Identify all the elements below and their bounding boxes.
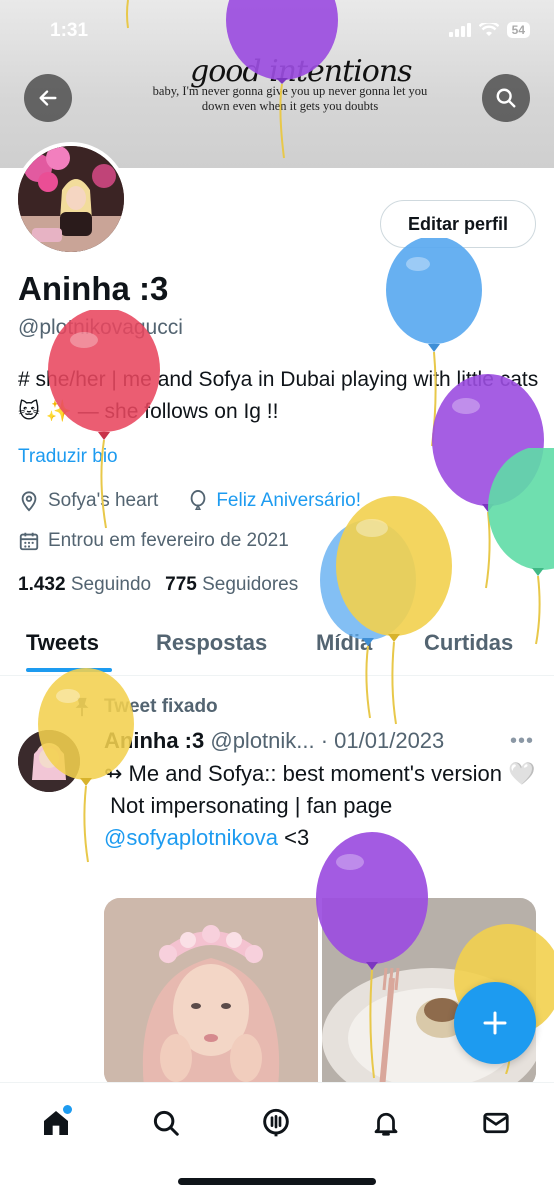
profile-meta-row-2: Entrou em fevereiro de 2021 [18,530,289,552]
tweet-author-avatar[interactable] [18,730,80,792]
tab-replies[interactable]: Respostas [156,616,267,656]
follow-stats: 1.432 Seguindo 775 Seguidores [18,574,298,596]
tweet-media-photo-1[interactable] [104,898,318,1088]
nav-messages[interactable] [476,1103,516,1143]
location-pin-icon [21,491,37,512]
following-stat[interactable]: 1.432 Seguindo [18,574,151,596]
photo-portrait [104,898,318,1088]
following-count: 1.432 [18,574,66,595]
search-icon [496,88,516,108]
calendar-icon [19,532,39,551]
followers-stat[interactable]: 775 Seguidores [165,574,298,596]
search-icon [153,1110,179,1136]
followers-label: Seguidores [202,574,299,595]
profile-avatar[interactable] [14,142,128,256]
banner-lyric-text: baby, I'm never gonna give you up never … [152,84,428,113]
birthday-link[interactable]: Feliz Aniversário! [216,490,361,512]
spaces-icon [263,1108,289,1137]
following-label: Seguindo [70,574,152,595]
signal-icon [448,23,471,37]
translate-bio-link[interactable]: Traduzir bio [18,446,118,468]
profile-name: Aninha :3 [18,270,169,307]
balloon-icon [190,490,206,510]
edit-profile-button[interactable]: Editar perfil [380,200,536,248]
wifi-icon [478,23,499,36]
profile-handle: @plotnikovagucci [18,316,183,339]
nav-home[interactable] [36,1103,76,1143]
tab-likes[interactable]: Curtidas [424,616,513,656]
compose-tweet-button[interactable] [454,982,536,1064]
balloon-yellow-middle [336,496,452,725]
profile-tabs: Tweets Respostas Mídia Curtidas [0,616,554,676]
followers-count: 775 [165,574,197,595]
tweet-tail: <3 [277,825,310,850]
mail-icon [483,1112,509,1134]
tweet-mention-link[interactable]: @sofyaplotnikova [104,825,278,850]
tweet-text: ↬ Me and Sofya:: best moment's version 🤍… [104,758,544,854]
arrow-left-icon [39,90,57,106]
back-button[interactable] [24,74,72,122]
nav-spaces[interactable] [256,1103,296,1143]
active-tab-indicator [26,668,112,672]
nav-search[interactable] [146,1103,186,1143]
nav-notifications[interactable] [366,1103,406,1143]
avatar-photo [18,146,124,252]
profile-meta-row-1: Sofya's heart Feliz Aniversário! [18,490,361,512]
search-button[interactable] [482,74,530,122]
profile-location: Sofya's heart [48,490,159,511]
home-indicator [178,1178,376,1185]
pinned-tweet-label: Tweet fixado [104,696,218,717]
profile-joined-date: Entrou em fevereiro de 2021 [48,530,289,551]
bell-icon [374,1112,398,1136]
tweet-line-1: ↬ Me and Sofya:: best moment's version 🤍 [104,761,536,786]
tweet-handle-date: @plotnik... · 01/01/2023 [210,728,445,753]
tweet-more-button[interactable]: ••• [510,730,534,753]
plus-icon [483,1011,507,1035]
pin-icon [75,697,89,717]
tweet-header: Aninha :3 @plotnik... · 01/01/2023 [104,728,444,754]
tweet-author-name[interactable]: Aninha :3 [104,728,204,753]
tweet-line-3: @sofyaplotnikova <3 [104,822,544,854]
home-notification-dot [63,1105,72,1114]
battery-indicator: 54 [506,22,530,38]
tab-tweets[interactable]: Tweets [26,616,99,656]
tab-media[interactable]: Mídia [316,616,372,656]
status-icons: 54 [448,22,530,38]
tweet-line-2: Not impersonating | fan page [104,793,393,818]
profile-bio: # she/her | me and Sofya in Dubai playin… [18,368,539,423]
status-bar: 1:31 54 [0,0,554,60]
status-time: 1:31 [50,20,89,41]
tweet-avatar-photo [18,730,80,792]
